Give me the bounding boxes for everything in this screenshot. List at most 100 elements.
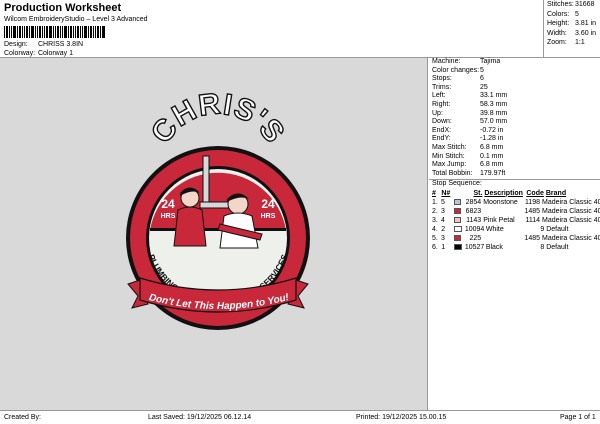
machine-info-row: Trims: 25: [429, 84, 600, 93]
woman-body: [173, 206, 207, 247]
thread-color-swatch: [453, 217, 462, 224]
machine-info-label: Left:: [432, 92, 446, 100]
stitch-count: 1143: [466, 216, 482, 224]
needle-number: 3: [441, 234, 445, 242]
machine-info-row: Min Stitch: 0.1 mm: [429, 153, 600, 162]
thread-brand: Madeira Classic 40: [542, 234, 600, 242]
summary-value: 3.81 in: [575, 20, 597, 27]
thread-brand: Madeira Classic 40: [542, 198, 600, 206]
machine-info-value: 57.0 mm: [480, 118, 508, 126]
summary-label: Stitches:: [547, 1, 574, 8]
thread-code: 8: [540, 243, 545, 251]
design-preview-canvas: CHRIS'S 24 HRS 24 HRS PLUMBING & AIR CON…: [0, 58, 428, 410]
machine-info-value: Tajima: [480, 58, 501, 65]
thread-code: 1485: [524, 234, 540, 242]
summary-row: Colors: 5: [544, 10, 600, 20]
machine-info-value: 25: [480, 83, 488, 91]
design-line: Design: CHRISS 3.8IN: [4, 41, 83, 48]
header-swatch-spacer: [454, 189, 464, 198]
machine-info-value: 6.8 mm: [480, 143, 504, 151]
stop-num: 6.: [432, 243, 438, 251]
summary-value: 3.60 in: [575, 29, 597, 37]
embroidery-patch: CHRIS'S 24 HRS 24 HRS PLUMBING & AIR CON…: [126, 87, 310, 330]
machine-info-label: EndX:: [432, 126, 452, 134]
stop-sequence-row: 2. 3 6823 1485 Madeira Classic 40: [429, 207, 600, 216]
thread-brand: Default: [546, 243, 569, 251]
machine-info-value: 0.1 mm: [480, 152, 504, 160]
thread-description: Pink Petal: [483, 216, 515, 224]
pipe-elbow: [199, 201, 233, 209]
stop-sequence-row: 3. 4 1143 Pink Petal 1114 Madeira Classic 40: [429, 216, 600, 225]
thread-brand: Default: [546, 225, 569, 233]
stop-sequence-row: 6. 1 10527 Black 8 Default: [429, 243, 600, 252]
machine-info-label: Stops:: [432, 75, 452, 83]
machine-info-row: Left: 33.1 mm: [429, 92, 600, 101]
thread-brand: Madeira Classic 40: [542, 216, 600, 224]
stitch-count: 10094: [464, 225, 485, 233]
hours-left-unit: HRS: [161, 213, 176, 220]
thread-description: Moonstone: [483, 198, 518, 206]
thread-code: 9: [540, 225, 545, 233]
thread-code: 1485: [524, 207, 540, 215]
needle-number: 5: [441, 198, 445, 206]
machine-info-row: Down: 57.0 mm: [429, 118, 600, 127]
summary-label: Zoom:: [547, 39, 567, 46]
machine-info-label: Right:: [432, 100, 451, 108]
needle-number: 4: [441, 216, 445, 224]
stop-sequence-table: 1. 5 2854 Moonstone 1198 Madeira Classic 40 2.…: [429, 198, 600, 252]
stop-sequence-row: 5. 3 225 1485 Madeira Classic 40: [429, 234, 600, 243]
hours-right-unit: HRS: [261, 213, 276, 220]
machine-info-label: Color changes:: [432, 66, 480, 74]
machine-info-row: Stops: 6: [429, 75, 600, 84]
hours-left-badge: 24 HRS: [161, 197, 176, 220]
thread-color-swatch: [453, 208, 462, 215]
page-number: Page 1 of 1: [560, 414, 596, 421]
stitch-count: 6823: [465, 207, 482, 215]
stop-sequence-row: 4. 2 10094 White 9 Default: [429, 225, 600, 234]
machine-info-label: Max Stitch:: [432, 143, 467, 151]
hours-left-number: 24: [161, 197, 175, 211]
machine-info-value: 39.8 mm: [480, 109, 508, 117]
thread-description: Black: [485, 243, 503, 251]
page-title: Production Worksheet: [4, 2, 122, 14]
machine-info-label: Min Stitch:: [432, 152, 465, 160]
machine-info-value: 6.8 mm: [480, 161, 504, 169]
machine-info-row: Machine: Tajima: [429, 58, 600, 67]
machine-info-row: Color changes: 5: [429, 67, 600, 76]
machine-info-row: EndX: -0.72 in: [429, 127, 600, 136]
stop-sequence-row: 1. 5 2854 Moonstone 1198 Madeira Classic 40: [429, 198, 600, 207]
machine-info-panel: Machine: Tajima Color changes: 5 Stops: 6 Trim…: [429, 58, 600, 410]
summary-value: 5: [575, 10, 579, 18]
design-summary: Stitches: 31668 Colors: 5 Height: 3.81 in W…: [543, 0, 600, 58]
summary-label: Height:: [547, 20, 570, 27]
header-brand: Brand: [545, 189, 567, 197]
stop-num: 5.: [432, 234, 438, 242]
worksheet-header: Production Worksheet Wilcom EmbroiderySt…: [0, 0, 600, 58]
machine-info-label: Max Jump:: [432, 161, 467, 169]
machine-info-row: Up: 39.8 mm: [429, 110, 600, 119]
machine-info-label: EndY:: [432, 135, 451, 143]
thread-color-swatch: [453, 235, 462, 242]
machine-info-row: Max Stitch: 6.8 mm: [429, 144, 600, 153]
machine-info-row: Max Jump: 6.8 mm: [429, 161, 600, 170]
hours-right-badge: 24 HRS: [261, 197, 276, 220]
machine-info-value: 58.3 mm: [480, 100, 508, 108]
last-saved: Last Saved: 19/12/2025 06.12.14: [148, 414, 252, 421]
stop-sequence-header: # N# St. Description Code Brand: [429, 189, 600, 198]
patch-company-name: CHRIS'S: [145, 87, 291, 149]
summary-value: 31668: [575, 1, 595, 8]
summary-row: Width: 3.60 in: [544, 29, 600, 39]
header-description: Description: [484, 189, 523, 197]
design-barcode: [4, 26, 108, 38]
summary-value: 1:1: [575, 39, 585, 46]
thread-code: 1198: [524, 198, 540, 206]
summary-row: Height: 3.81 in: [544, 19, 600, 29]
stitch-count: 225: [469, 234, 482, 242]
machine-info-value: -0.72 in: [480, 126, 504, 134]
summary-row: Stitches: 31668: [544, 0, 600, 10]
machine-info-row: EndY: -1.28 in: [429, 135, 600, 144]
created-by: Created By:: [4, 414, 41, 421]
design-value: CHRISS 3.8IN: [37, 41, 84, 48]
header-stitches: St.: [473, 189, 483, 197]
machine-info-value: 33.1 mm: [480, 92, 508, 100]
